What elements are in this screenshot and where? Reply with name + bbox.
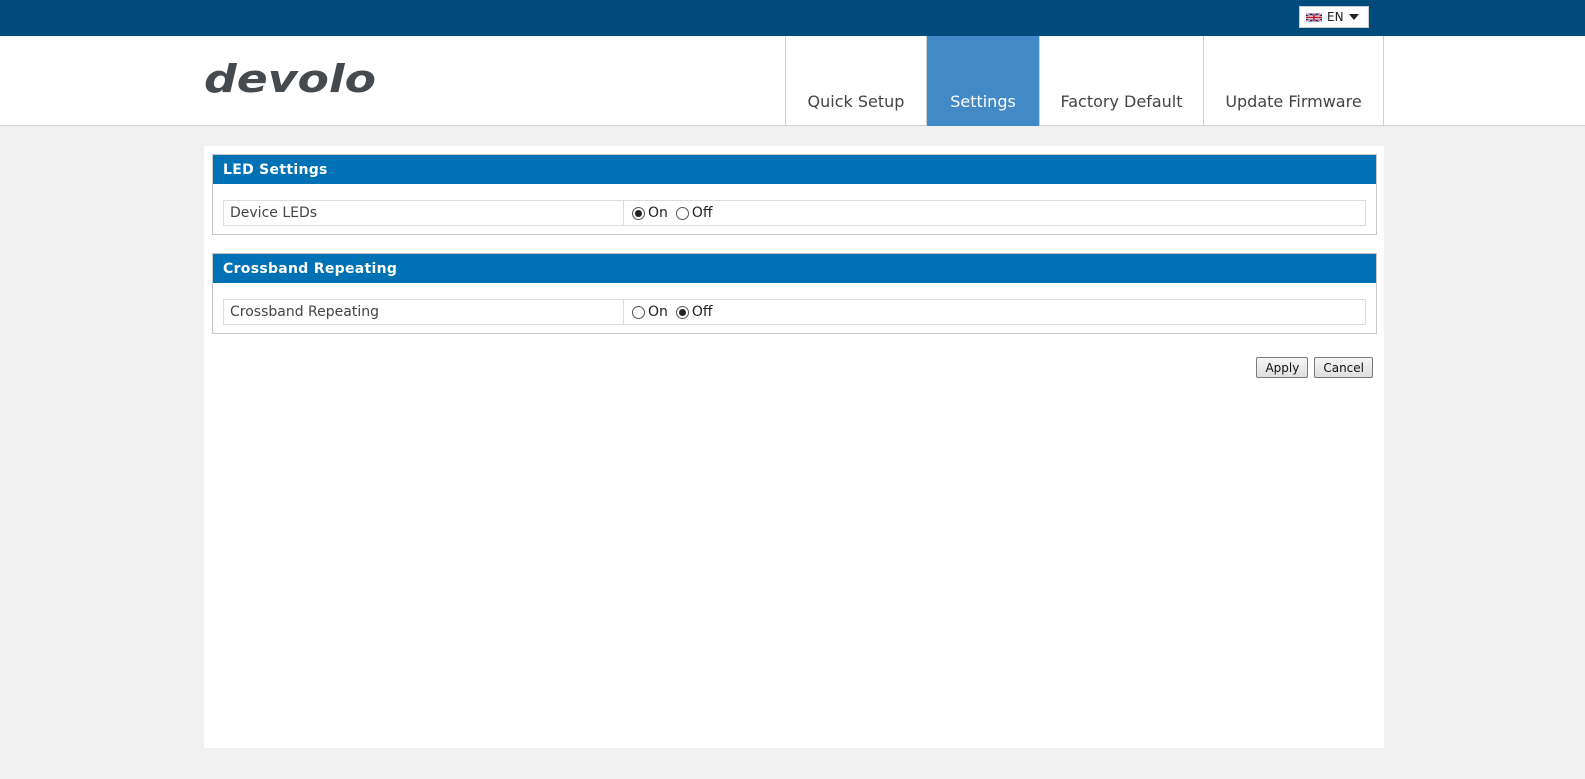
tab-update-firmware[interactable]: Update Firmware xyxy=(1204,36,1384,126)
tab-factory-default[interactable]: Factory Default xyxy=(1040,36,1204,126)
radio-label: On xyxy=(648,304,668,320)
cancel-button[interactable]: Cancel xyxy=(1314,357,1373,378)
led-settings-section: LED Settings Device LEDs On Off xyxy=(212,154,1377,235)
uk-flag-icon xyxy=(1306,12,1322,22)
radio-label: Off xyxy=(691,304,713,320)
section-title: Crossband Repeating xyxy=(213,254,1376,283)
row-label: Crossband Repeating xyxy=(224,300,624,324)
crossband-on-option[interactable]: On xyxy=(632,304,668,320)
language-label: EN xyxy=(1327,10,1344,24)
crossband-repeating-row: Crossband Repeating On Off xyxy=(223,299,1366,325)
crossband-off-option[interactable]: Off xyxy=(675,304,713,320)
section-title: LED Settings xyxy=(213,155,1376,184)
row-label: Device LEDs xyxy=(224,201,624,225)
devolo-logo[interactable]: devolo xyxy=(204,60,379,100)
radio-button-checked[interactable] xyxy=(632,206,645,220)
crossband-repeating-section: Crossband Repeating Crossband Repeating … xyxy=(212,253,1377,334)
main-nav: Quick Setup Settings Factory Default Upd… xyxy=(785,36,1384,126)
tab-quick-setup[interactable]: Quick Setup xyxy=(786,36,927,126)
tab-label: Quick Setup xyxy=(807,92,905,111)
content-panel: LED Settings Device LEDs On Off Crossban… xyxy=(204,146,1384,748)
device-leds-off-option[interactable]: Off xyxy=(675,205,713,221)
tab-label: Settings xyxy=(950,92,1016,111)
header: devolo Quick Setup Settings Factory Defa… xyxy=(0,36,1585,126)
radio-button[interactable] xyxy=(632,305,645,319)
svg-text:devolo: devolo xyxy=(204,60,376,100)
crossband-radio-group: On Off xyxy=(624,300,721,324)
tab-label: Factory Default xyxy=(1060,92,1183,111)
top-bar: EN xyxy=(0,0,1585,36)
form-actions: Apply Cancel xyxy=(1256,357,1373,378)
tab-label: Update Firmware xyxy=(1225,92,1362,111)
radio-label: On xyxy=(648,205,668,221)
device-leds-radio-group: On Off xyxy=(624,201,721,225)
apply-button[interactable]: Apply xyxy=(1256,357,1309,378)
radio-label: Off xyxy=(691,205,713,221)
language-selector[interactable]: EN xyxy=(1299,6,1369,28)
caret-down-icon xyxy=(1348,14,1359,20)
device-leds-on-option[interactable]: On xyxy=(632,205,668,221)
radio-button[interactable] xyxy=(675,206,689,220)
radio-button-checked[interactable] xyxy=(675,305,689,319)
device-leds-row: Device LEDs On Off xyxy=(223,200,1366,226)
tab-settings[interactable]: Settings xyxy=(927,36,1040,126)
